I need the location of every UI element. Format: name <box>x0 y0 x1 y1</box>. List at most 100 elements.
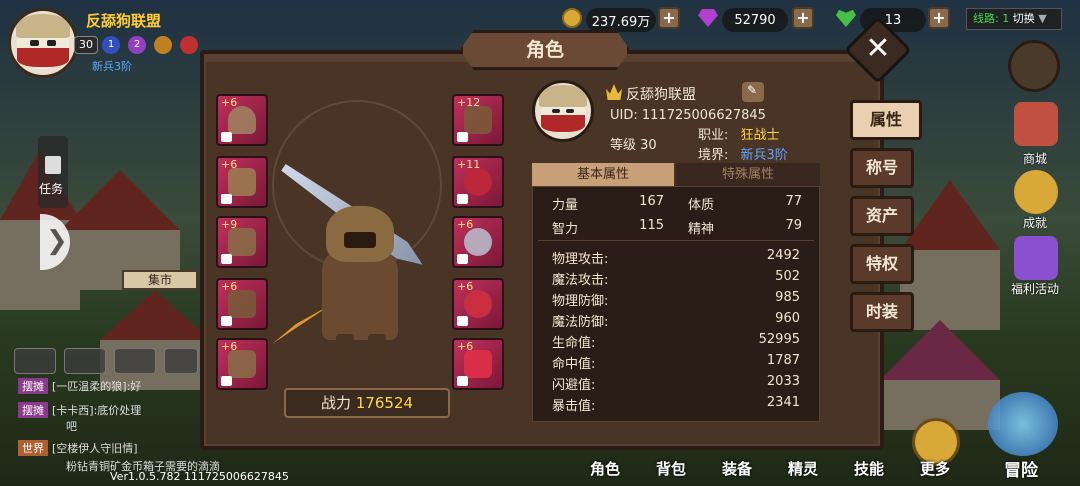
equip-slot-weapon[interactable]: +12 <box>452 94 504 146</box>
base-stat-value: 115 <box>639 218 664 233</box>
tab-privileges[interactable]: 特权 <box>850 244 914 284</box>
player-rank: 新兵3阶 <box>92 60 132 73</box>
base-stat-label: 智力 <box>552 222 579 237</box>
welfare-label: 福利活动 <box>1010 282 1059 296</box>
task-button[interactable]: 任务 <box>38 136 68 208</box>
enhance-level: +6 <box>221 158 238 171</box>
equip-slot-gem[interactable]: +6 <box>452 338 504 390</box>
equip-slot-helmet[interactable]: +6 <box>216 94 268 146</box>
chat-line-3: 吧 <box>66 418 77 434</box>
stats-divider <box>538 240 814 241</box>
nav-character[interactable]: 角色 <box>590 458 620 479</box>
chat-line-2[interactable]: 摆摊 [卡卡西]:底价处理 <box>18 402 141 418</box>
shop-label: 商城 <box>1022 152 1047 166</box>
guild-badge-icon <box>180 36 198 54</box>
hero-armor <box>322 250 398 340</box>
nav-equipment[interactable]: 装备 <box>722 458 752 479</box>
equip-slot-necklace[interactable]: +6 <box>452 278 504 330</box>
enhance-level: +9 <box>221 218 238 231</box>
ring-silver-icon <box>464 228 492 256</box>
chat-bubble-button[interactable] <box>14 348 56 374</box>
enhance-level: +6 <box>457 280 474 293</box>
lock-icon <box>221 376 232 386</box>
player-name: 反舔狗联盟 <box>86 12 162 30</box>
lock-icon <box>457 254 468 264</box>
shoulder-icon <box>228 168 256 196</box>
vip-badge-icon: 1 <box>102 36 120 54</box>
stat-label: 命中值: <box>552 357 596 372</box>
gold-amount: 237.69万 <box>586 8 656 32</box>
gloves-icon <box>228 290 256 318</box>
chevron-down-icon: ▼ <box>1038 12 1047 25</box>
mail-button[interactable] <box>64 348 106 374</box>
tab-special-attributes[interactable]: 特殊属性 <box>676 163 820 187</box>
stat-label: 暴击值: <box>552 399 596 414</box>
lock-icon <box>457 194 468 204</box>
base-stat-label: 精神 <box>688 222 715 237</box>
adventure-portal-icon[interactable] <box>988 392 1058 456</box>
pencil-icon: ✎ <box>747 83 758 97</box>
chevron-right-icon: ❯ <box>46 226 68 256</box>
settings-gear-button[interactable] <box>164 348 198 374</box>
stat-value: 502 <box>775 269 800 284</box>
lock-icon <box>221 194 232 204</box>
equip-slot-gloves[interactable]: +6 <box>216 278 268 330</box>
friends-button[interactable] <box>114 348 156 374</box>
lock-icon <box>457 316 468 326</box>
stat-value: 2492 <box>766 248 800 263</box>
add-diamond-button[interactable]: + <box>792 7 814 29</box>
equip-slot-ring-2[interactable]: +6 <box>452 216 504 268</box>
chat-line-1[interactable]: 摆摊 [一匹温柔的狼]:好 <box>18 378 141 394</box>
chat-text: [空楼伊人守旧情] <box>52 442 138 455</box>
nav-adventure[interactable]: 冒险 <box>1004 456 1038 481</box>
tab-attributes[interactable]: 属性 <box>850 100 922 140</box>
level-value: 30 <box>640 138 657 153</box>
class-row: 职业: 狂战士 <box>698 124 780 143</box>
profile-avatar[interactable] <box>532 80 594 142</box>
chat-text: 吧 <box>66 420 77 433</box>
stat-value: 52995 <box>758 332 800 347</box>
battle-crossed-swords-icon[interactable] <box>1008 40 1060 92</box>
edit-name-button[interactable]: ✎ <box>742 82 764 102</box>
tab-basic-attributes[interactable]: 基本属性 <box>532 163 674 187</box>
boots-icon <box>228 350 256 378</box>
gold-coin-icon <box>562 8 582 28</box>
add-gold-button[interactable]: + <box>658 7 680 29</box>
chat-line-4[interactable]: 世界 [空楼伊人守旧情] <box>18 440 138 456</box>
gift-box-icon[interactable] <box>1014 236 1058 280</box>
realm-value: 新兵3阶 <box>740 148 788 163</box>
chat-tag: 摆摊 <box>18 402 48 418</box>
nav-spirits[interactable]: 精灵 <box>788 458 818 479</box>
enhance-level: +6 <box>457 340 474 353</box>
equip-slot-armor[interactable]: +9 <box>216 216 268 268</box>
add-stamina-button[interactable]: + <box>928 7 950 29</box>
tab-assets[interactable]: 资产 <box>850 196 914 236</box>
market-sign[interactable]: 集市 <box>122 270 198 290</box>
hero-visor <box>344 232 376 248</box>
chat-tag: 摆摊 <box>18 378 48 394</box>
player-level-badge: 30 <box>74 36 98 54</box>
nav-backpack[interactable]: 背包 <box>656 458 686 479</box>
stat-value: 985 <box>775 290 800 305</box>
level-row: 等级 30 <box>610 134 657 153</box>
nav-more[interactable]: 更多 <box>920 458 950 479</box>
profile-name: 反舔狗联盟 <box>626 87 696 103</box>
helmet-icon <box>228 106 256 134</box>
server-line-selector[interactable]: 线路: 1 切换 ▼ <box>966 8 1062 30</box>
base-stat-label: 力量 <box>552 198 579 213</box>
equip-slot-ring-1[interactable]: +11 <box>452 156 504 208</box>
shop-tent-icon[interactable] <box>1014 102 1058 146</box>
equip-slot-shoulder[interactable]: +6 <box>216 156 268 208</box>
stat-value: 1787 <box>766 353 800 368</box>
nav-skills[interactable]: 技能 <box>854 458 884 479</box>
close-icon[interactable]: ✕ <box>854 26 902 74</box>
achievement-trophy-icon[interactable] <box>1014 170 1058 214</box>
stat-label: 魔法防御: <box>552 315 609 330</box>
stat-label: 物理攻击: <box>552 252 609 267</box>
stat-label: 魔法攻击: <box>552 273 609 288</box>
lock-icon <box>457 132 468 142</box>
equip-slot-boots[interactable]: +6 <box>216 338 268 390</box>
tab-fashion[interactable]: 时装 <box>850 292 914 332</box>
player-avatar[interactable] <box>8 8 78 78</box>
tab-titles[interactable]: 称号 <box>850 148 914 188</box>
